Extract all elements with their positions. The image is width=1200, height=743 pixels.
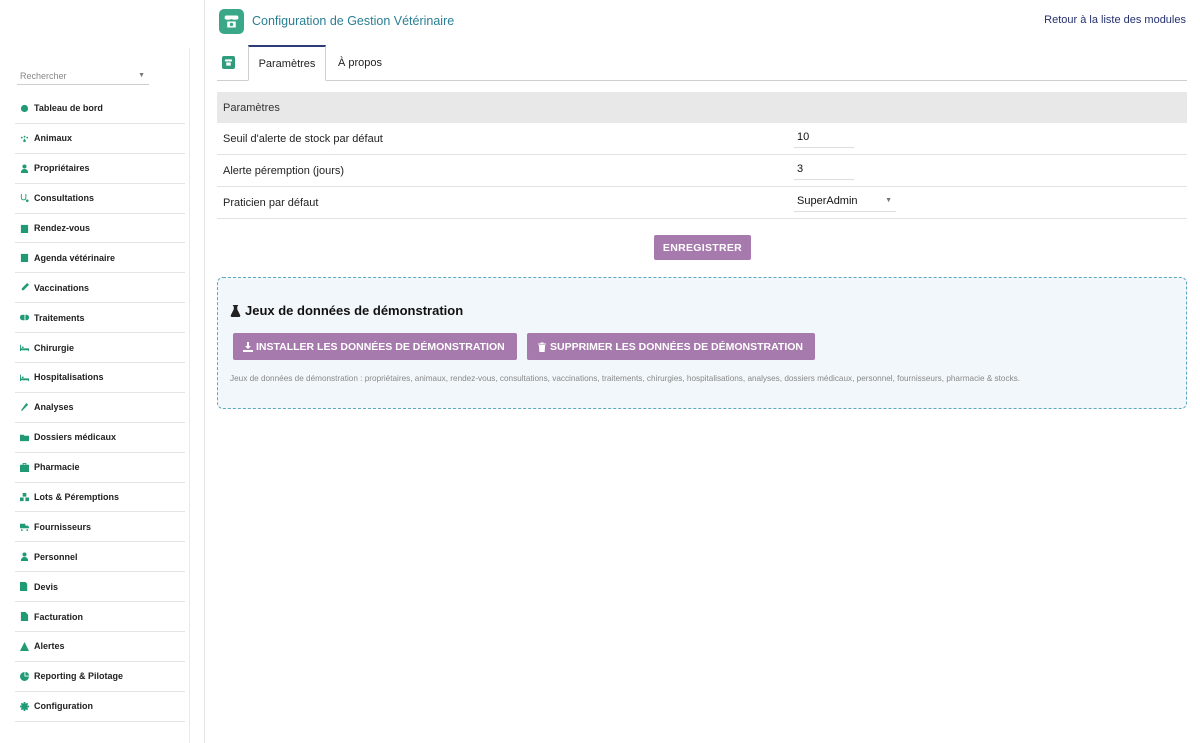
sidebar-item-agenda-veterinaire[interactable]: Agenda vétérinaire [15, 243, 185, 274]
table-row: Praticien par défaut SuperAdmin ▼ [217, 187, 1187, 219]
sidebar-item-label: Reporting & Pilotage [34, 671, 124, 682]
sidebar-item-alertes[interactable]: Alertes [15, 632, 185, 662]
syringe-icon [19, 282, 30, 293]
sidebar-item-hospitalisations[interactable]: Hospitalisations [15, 363, 185, 393]
table-row: Alerte péremption (jours) 3 [217, 155, 1187, 187]
calendar-check-icon [19, 223, 30, 234]
demo-data-panel: Jeux de données de démonstration INSTALL… [217, 277, 1187, 409]
sidebar-menu: Tableau de bord Animaux Propriétaires Consu… [15, 94, 185, 722]
sidebar-item-label: Alertes [34, 641, 65, 652]
sidebar-item-label: Chirurgie [34, 342, 75, 353]
sidebar-item-proprietaires[interactable]: Propriétaires [15, 154, 185, 184]
paw-icon [19, 133, 30, 144]
folder-icon [19, 432, 30, 443]
sidebar-item-animaux[interactable]: Animaux [15, 124, 185, 154]
sidebar-item-tableau-de-bord[interactable]: Tableau de bord [15, 94, 185, 124]
sidebar-item-label: Pharmacie [34, 462, 80, 473]
sidebar-item-label: Traitements [34, 312, 85, 323]
back-to-modules-link[interactable]: Retour à la liste des modules [1044, 14, 1186, 26]
sidebar-item-label: Configuration [34, 701, 93, 712]
sidebar-item-label: Lots & Péremptions [34, 492, 120, 503]
module-icon [222, 56, 235, 69]
sidebar-item-facturation[interactable]: Facturation [15, 602, 185, 633]
gear-icon [19, 701, 30, 712]
demo-description: Jeux de données de démonstration : propr… [230, 374, 1021, 383]
hospital-bed-icon [19, 372, 30, 383]
dashboard-icon [19, 103, 30, 114]
tab-a-propos[interactable]: À propos [329, 45, 391, 81]
sidebar-item-pharmacie[interactable]: Pharmacie [15, 453, 185, 483]
sidebar-item-consultations[interactable]: Consultations [15, 184, 185, 214]
stethoscope-icon [19, 193, 30, 204]
file-invoice-icon [19, 611, 30, 622]
sidebar-item-label: Vaccinations [34, 282, 90, 293]
save-button[interactable]: ENREGISTRER [654, 235, 751, 260]
download-icon [243, 341, 253, 352]
expiry-alert-days-input[interactable]: 3 [794, 162, 854, 180]
delete-demo-data-button[interactable]: SUPPRIMER LES DONNÉES DE DÉMONSTRATION [527, 333, 815, 360]
settings-table-header: Paramètres [217, 92, 1187, 123]
app-logo-icon [219, 9, 244, 34]
chevron-down-icon: ▼ [138, 72, 145, 79]
sidebar-item-chirurgie[interactable]: Chirurgie [15, 333, 185, 364]
delete-demo-data-label: SUPPRIMER LES DONNÉES DE DÉMONSTRATION [550, 340, 803, 353]
sidebar-item-devis[interactable]: Devis [15, 572, 185, 603]
sidebar-item-label: Dossiers médicaux [34, 432, 117, 443]
demo-title-text: Jeux de données de démonstration [245, 303, 464, 318]
search-select[interactable]: Rechercher ▼ [17, 67, 149, 85]
install-demo-data-label: INSTALLER LES DONNÉES DE DÉMONSTRATION [256, 340, 505, 353]
table-row: Seuil d'alerte de stock par défaut 10 [217, 123, 1187, 155]
sidebar-item-label: Animaux [34, 133, 73, 144]
install-demo-data-button[interactable]: INSTALLER LES DONNÉES DE DÉMONSTRATION [233, 333, 517, 360]
pills-icon [19, 312, 30, 323]
sidebar-item-personnel[interactable]: Personnel [15, 542, 185, 573]
calendar-icon [19, 252, 30, 263]
boxes-icon [19, 492, 30, 503]
default-practitioner-select[interactable]: SuperAdmin ▼ [794, 194, 896, 212]
file-signature-icon [19, 581, 30, 592]
sidebar-item-label: Rendez-vous [34, 223, 91, 233]
select-value: SuperAdmin [797, 195, 858, 207]
trash-icon [538, 342, 546, 352]
page-title: Configuration de Gestion Vétérinaire [252, 14, 455, 28]
setting-label: Praticien par défaut [223, 196, 319, 209]
sidebar-item-label: Devis [34, 581, 59, 592]
user-icon [19, 163, 30, 174]
settings-table: Paramètres Seuil d'alerte de stock par d… [217, 92, 1187, 219]
sidebar-item-lots-peremptions[interactable]: Lots & Péremptions [15, 483, 185, 513]
setting-label: Seuil d'alerte de stock par défaut [223, 132, 383, 145]
flask-icon [230, 304, 241, 317]
sidebar-item-reporting-pilotage[interactable]: Reporting & Pilotage [15, 662, 185, 692]
sidebar-item-vaccinations[interactable]: Vaccinations [15, 273, 185, 304]
sidebar-item-dossiers-medicaux[interactable]: Dossiers médicaux [15, 423, 185, 453]
demo-title: Jeux de données de démonstration [230, 303, 463, 318]
sidebar-item-label: Tableau de bord [34, 103, 103, 114]
bed-icon [19, 342, 30, 353]
tab-bar: Paramètres À propos [217, 45, 1187, 81]
warning-icon [19, 641, 30, 652]
truck-icon [19, 521, 30, 532]
sidebar-item-label: Facturation [34, 611, 84, 622]
chart-pie-icon [19, 671, 30, 682]
user-md-icon [19, 551, 30, 562]
sidebar-item-label: Analyses [34, 402, 74, 413]
sidebar-item-label: Hospitalisations [34, 372, 104, 383]
sidebar-item-traitements[interactable]: Traitements [15, 303, 185, 334]
medkit-icon [19, 462, 30, 473]
sidebar-item-rendez-vous[interactable]: Rendez-vous [15, 214, 185, 244]
sidebar-item-label: Fournisseurs [34, 521, 92, 532]
tab-parametres[interactable]: Paramètres [248, 45, 326, 81]
sidebar-item-label: Propriétaires [34, 163, 90, 174]
microscope-icon [19, 402, 30, 413]
sidebar-item-fournisseurs[interactable]: Fournisseurs [15, 512, 185, 543]
sidebar-item-label: Agenda vétérinaire [34, 252, 116, 263]
setting-label: Alerte péremption (jours) [223, 164, 345, 177]
sidebar-item-analyses[interactable]: Analyses [15, 393, 185, 423]
sidebar-item-label: Personnel [34, 551, 78, 562]
chevron-down-icon: ▼ [885, 197, 892, 204]
sidebar-item-configuration[interactable]: Configuration [15, 692, 185, 722]
sidebar-item-label: Consultations [34, 193, 94, 204]
search-placeholder: Rechercher [20, 71, 67, 81]
stock-alert-threshold-input[interactable]: 10 [794, 130, 854, 148]
